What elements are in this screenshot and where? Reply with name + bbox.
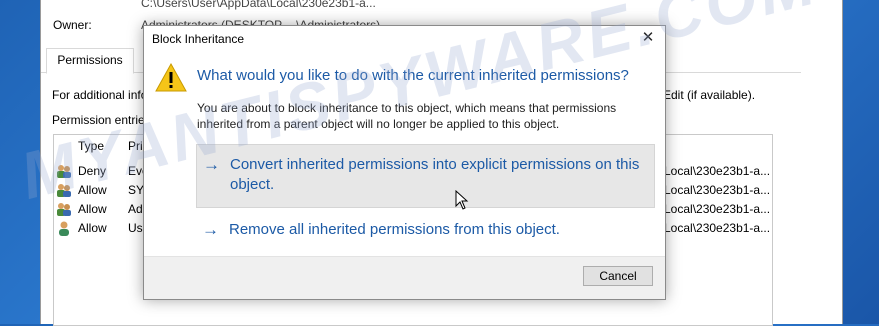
users-icon <box>57 184 71 197</box>
convert-permissions-button[interactable]: → Convert inherited permissions into exp… <box>196 144 655 208</box>
cancel-button[interactable]: Cancel <box>583 266 653 286</box>
dialog-title: Block Inheritance <box>152 32 245 46</box>
user-icon <box>59 221 69 236</box>
arrow-right-icon: → <box>202 220 219 239</box>
entry-inherited-from: Local\230e23b1-a... <box>664 221 771 235</box>
dialog-footer: Cancel <box>144 256 665 299</box>
entry-inherited-from: Local\230e23b1-a... <box>664 202 771 216</box>
additional-info-text-right: Edit (if available). <box>663 88 756 102</box>
entry-inherited-from: Local\230e23b1-a... <box>664 164 771 178</box>
dialog-heading: What would you like to do with the curre… <box>197 67 629 84</box>
entry-type: Allow <box>78 202 107 216</box>
users-icon <box>57 165 71 178</box>
arrow-right-icon: → <box>203 155 220 174</box>
entry-type: Allow <box>78 183 107 197</box>
dialog-description: You are about to block inheritance to th… <box>197 101 617 131</box>
mouse-cursor-icon <box>455 190 469 210</box>
entry-type: Deny <box>78 164 107 178</box>
users-icon <box>57 203 71 216</box>
remove-permissions-label: Remove all inherited permissions from th… <box>229 221 560 238</box>
column-header-type[interactable]: Type <box>78 139 104 153</box>
permission-entries-label: Permission entries: <box>52 113 155 127</box>
column-header-principal[interactable]: Pri <box>128 139 143 153</box>
tab-permissions[interactable]: Permissions <box>46 48 134 74</box>
convert-permissions-label: Convert inherited permissions into expli… <box>230 156 640 193</box>
owner-label: Owner: <box>53 18 92 32</box>
close-icon[interactable]: ✕ <box>631 26 665 52</box>
entry-inherited-from: Local\230e23b1-a... <box>664 183 771 197</box>
warning-icon <box>155 63 187 92</box>
remove-permissions-button[interactable]: → Remove all inherited permissions from … <box>196 219 653 243</box>
block-inheritance-dialog: Block Inheritance ✕ What would you like … <box>143 25 666 300</box>
entry-type: Allow <box>78 221 107 235</box>
object-path: C:\Users\User\AppData\Local\230e23b1-a..… <box>141 0 376 10</box>
entry-principal: Ad <box>128 202 143 216</box>
additional-info-text: For additional info <box>52 88 148 102</box>
